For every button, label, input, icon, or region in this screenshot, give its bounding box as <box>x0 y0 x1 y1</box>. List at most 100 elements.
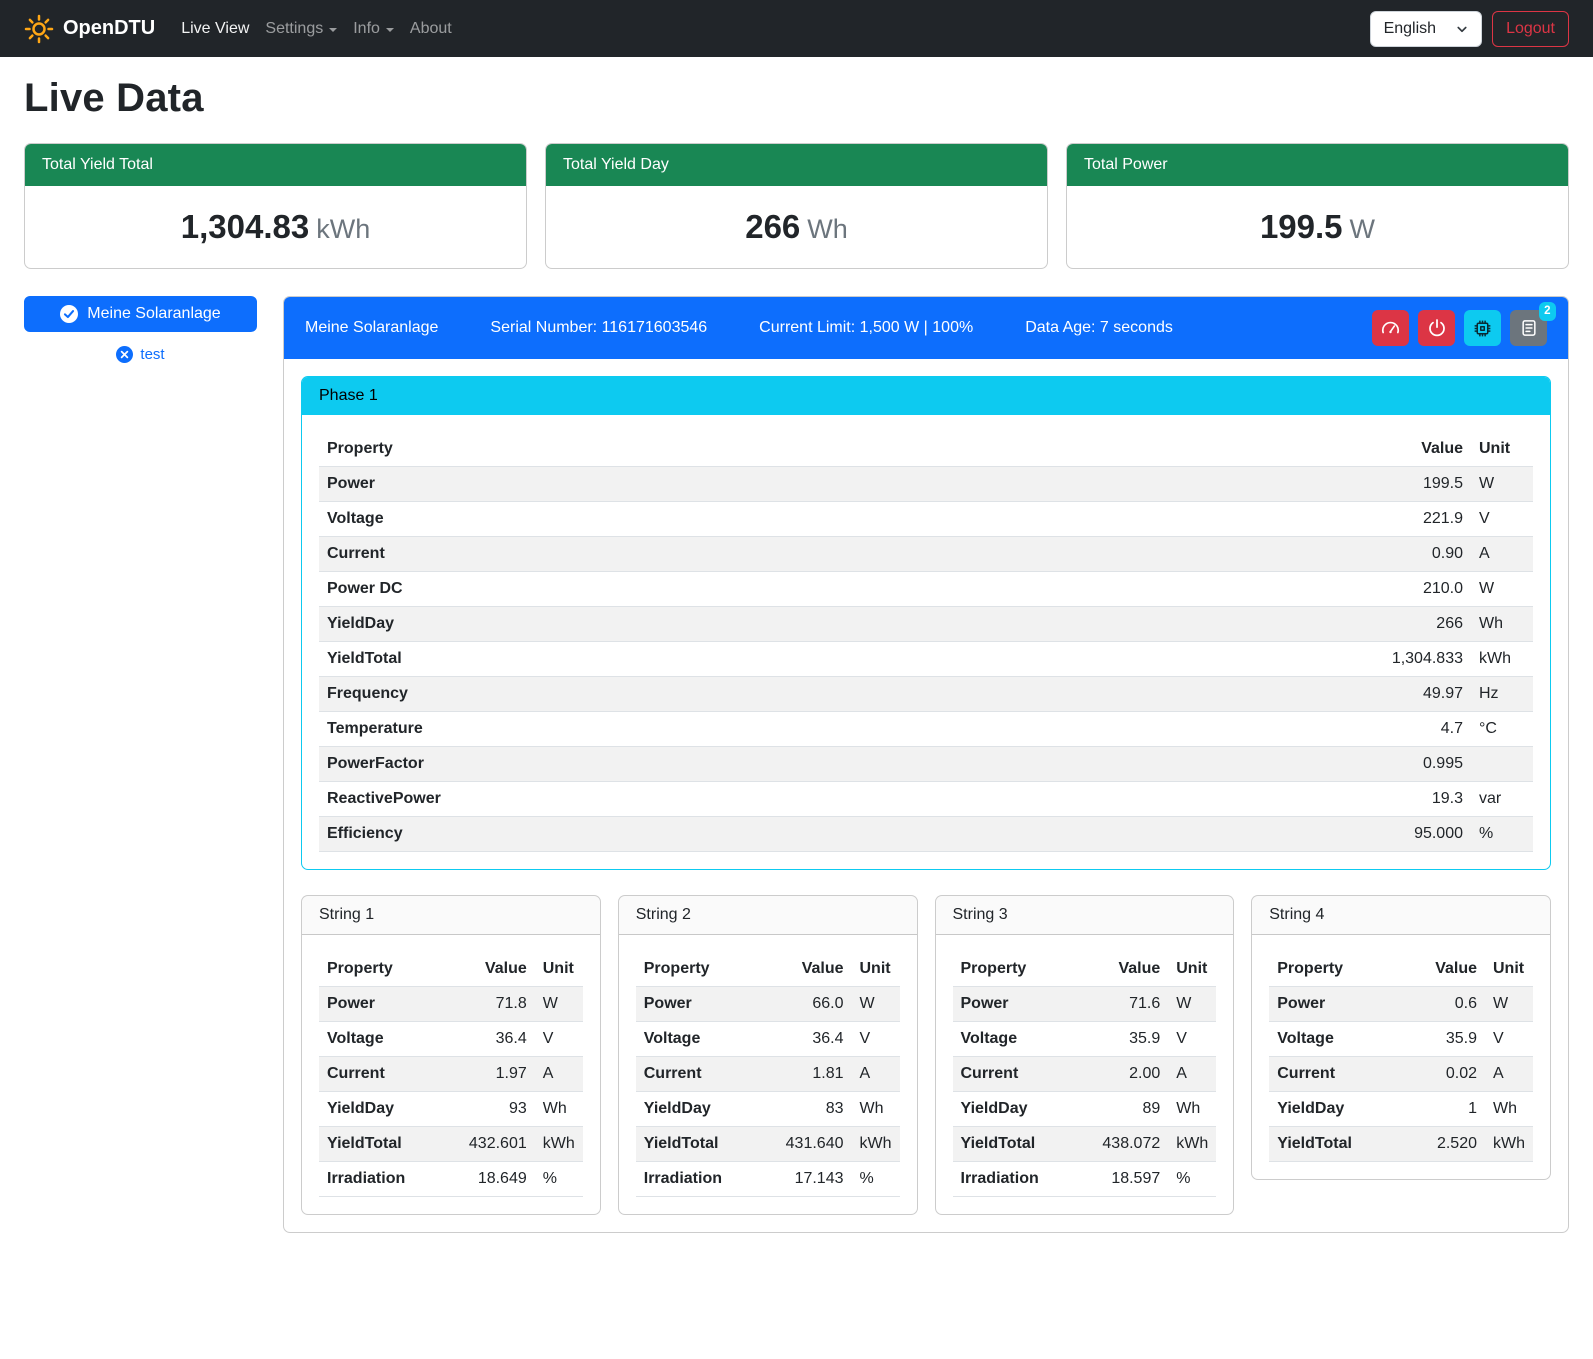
property-name: Frequency <box>319 677 1339 712</box>
property-value: 199.5 <box>1339 467 1471 502</box>
brand[interactable]: OpenDTU <box>24 14 155 44</box>
property-name: Current <box>953 1057 1093 1092</box>
sidebar-item-inverter[interactable]: Meine Solaranlage <box>24 296 257 332</box>
inverter-sidebar: Meine Solaranlage test <box>24 296 257 363</box>
nav-settings-label: Settings <box>265 20 323 38</box>
inverter-serial: Serial Number: 116171603546 <box>490 319 707 337</box>
col-unit: Unit <box>1471 432 1533 467</box>
property-value: 438.072 <box>1092 1127 1168 1162</box>
phase-panel: Phase 1 Property Value Unit <box>301 376 1551 870</box>
language-select-value: English <box>1384 20 1436 38</box>
string-3-card: String 3 Property Value Unit <box>935 895 1235 1215</box>
property-value: 1.97 <box>459 1057 535 1092</box>
property-unit: Wh <box>1485 1092 1533 1127</box>
sidebar-item-test-label: test <box>140 346 164 363</box>
string-4-card: String 4 Property Value Unit <box>1251 895 1551 1180</box>
sidebar-item-test[interactable]: test <box>24 346 257 363</box>
property-unit: kWh <box>1485 1127 1533 1162</box>
nav-about[interactable]: About <box>402 12 460 46</box>
property-name: Voltage <box>1269 1022 1409 1057</box>
string-title: String 1 <box>302 896 600 935</box>
power-button[interactable] <box>1418 310 1455 346</box>
property-value: 2.00 <box>1092 1057 1168 1092</box>
nav-live-view[interactable]: Live View <box>173 12 257 46</box>
property-unit: % <box>535 1162 583 1197</box>
table-row: Power 199.5 W <box>319 467 1533 502</box>
property-name: Current <box>319 1057 459 1092</box>
table-row: YieldDay 83 Wh <box>636 1092 900 1127</box>
table-row: Current 1.97 A <box>319 1057 583 1092</box>
inverter-card-header: Meine Solaranlage Serial Number: 1161716… <box>284 297 1568 359</box>
property-value: 431.640 <box>776 1127 852 1162</box>
string-2-table: Property Value Unit Power <box>636 952 900 1197</box>
property-value: 66.0 <box>776 987 852 1022</box>
table-row: YieldDay 89 Wh <box>953 1092 1217 1127</box>
table-row: Voltage 36.4 V <box>636 1022 900 1057</box>
col-unit: Unit <box>1168 952 1216 987</box>
property-unit: V <box>1168 1022 1216 1057</box>
language-select[interactable]: English <box>1370 11 1482 47</box>
table-row: ReactivePower 19.3 var <box>319 782 1533 817</box>
table-row: Temperature 4.7 °C <box>319 712 1533 747</box>
property-unit: Wh <box>535 1092 583 1127</box>
card-body: 1,304.83kWh <box>25 186 526 268</box>
limit-settings-button[interactable] <box>1372 310 1409 346</box>
nav-info[interactable]: Info <box>345 12 402 46</box>
nav-settings[interactable]: Settings <box>257 12 345 46</box>
property-unit: V <box>1485 1022 1533 1057</box>
property-value: 83 <box>776 1092 852 1127</box>
card-total-yield-total: Total Yield Total 1,304.83kWh <box>24 143 527 269</box>
property-value: 93 <box>459 1092 535 1127</box>
property-unit: % <box>852 1162 900 1197</box>
table-row: Current 2.00 A <box>953 1057 1217 1092</box>
card-unit: W <box>1350 214 1375 244</box>
logout-button[interactable]: Logout <box>1492 11 1569 47</box>
string-4-table: Property Value Unit Power <box>1269 952 1533 1162</box>
property-name: YieldDay <box>319 607 1339 642</box>
property-name: Temperature <box>319 712 1339 747</box>
table-row: YieldDay 1 Wh <box>1269 1092 1533 1127</box>
phase-title: Phase 1 <box>302 377 1550 415</box>
property-value: 1.81 <box>776 1057 852 1092</box>
event-log-button[interactable]: 2 <box>1510 310 1547 346</box>
col-value: Value <box>1339 432 1471 467</box>
property-value: 18.597 <box>1092 1162 1168 1197</box>
device-info-button[interactable] <box>1464 310 1501 346</box>
property-value: 266 <box>1339 607 1471 642</box>
property-name: YieldTotal <box>319 642 1339 677</box>
card-title: Total Yield Day <box>546 144 1047 186</box>
col-property: Property <box>1269 952 1409 987</box>
col-unit: Unit <box>1485 952 1533 987</box>
table-header-row: Property Value Unit <box>953 952 1217 987</box>
card-value: 199.5 <box>1260 208 1343 245</box>
inverter-actions: 2 <box>1372 310 1547 346</box>
property-name: Power DC <box>319 572 1339 607</box>
property-value: 210.0 <box>1339 572 1471 607</box>
property-unit: % <box>1471 817 1533 852</box>
property-unit: Wh <box>1168 1092 1216 1127</box>
property-unit: V <box>535 1022 583 1057</box>
property-value: 221.9 <box>1339 502 1471 537</box>
table-row: Irradiation 18.597 % <box>953 1162 1217 1197</box>
phase-table: Property Value Unit Power <box>319 432 1533 852</box>
property-value: 0.995 <box>1339 747 1471 782</box>
table-row: Voltage 35.9 V <box>953 1022 1217 1057</box>
property-unit: W <box>1168 987 1216 1022</box>
property-name: Power <box>319 987 459 1022</box>
table-row: Current 1.81 A <box>636 1057 900 1092</box>
table-row: YieldTotal 431.640 kWh <box>636 1127 900 1162</box>
table-row: Efficiency 95.000 % <box>319 817 1533 852</box>
card-title: Total Power <box>1067 144 1568 186</box>
inverter-limit: Current Limit: 1,500 W | 100% <box>759 319 973 337</box>
property-value: 4.7 <box>1339 712 1471 747</box>
property-value: 1 <box>1409 1092 1485 1127</box>
property-unit: °C <box>1471 712 1533 747</box>
table-row: Voltage 36.4 V <box>319 1022 583 1057</box>
inverter-data-age: Data Age: 7 seconds <box>1025 319 1173 337</box>
property-unit: var <box>1471 782 1533 817</box>
table-header-row: Property Value Unit <box>319 432 1533 467</box>
property-name: Efficiency <box>319 817 1339 852</box>
property-unit: A <box>1168 1057 1216 1092</box>
col-value: Value <box>459 952 535 987</box>
property-unit: W <box>1471 467 1533 502</box>
